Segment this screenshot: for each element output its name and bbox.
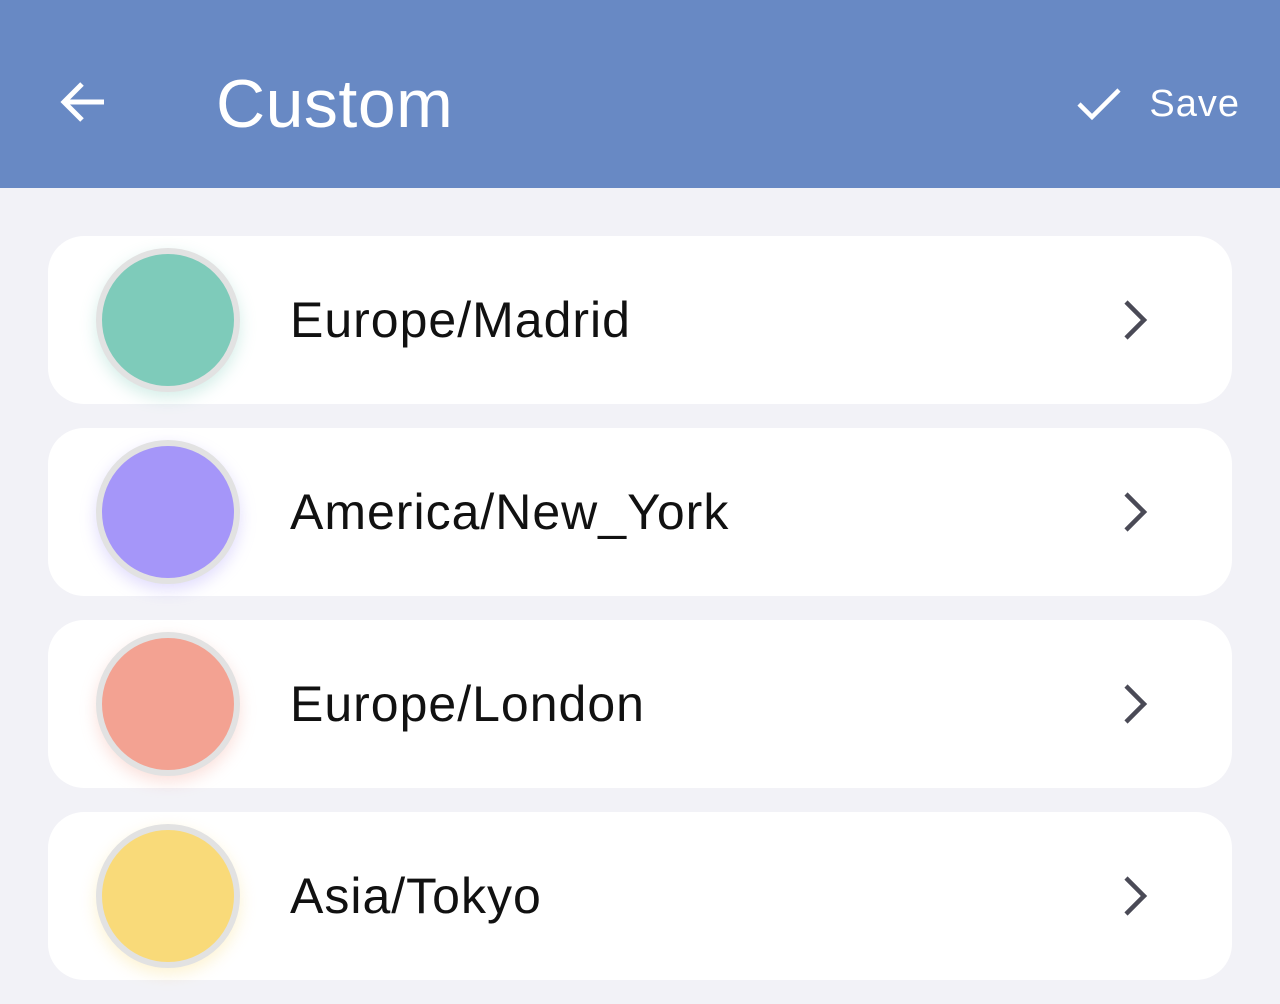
back-button[interactable] <box>44 64 124 144</box>
timezone-name: Europe/Madrid <box>290 292 631 348</box>
check-icon <box>1075 80 1123 128</box>
chevron-right-icon <box>1110 680 1158 728</box>
page-title: Custom <box>216 66 454 142</box>
color-swatch[interactable] <box>96 440 240 584</box>
color-swatch[interactable] <box>96 632 240 776</box>
save-label: Save <box>1149 82 1240 125</box>
app-bar: Custom Save <box>0 0 1280 188</box>
timezone-item-asia-tokyo[interactable]: Asia/Tokyo <box>48 812 1232 980</box>
timezone-list: Europe/Madrid America/New_York Europe/Lo… <box>48 236 1232 1004</box>
timezone-name: Asia/Tokyo <box>290 868 542 924</box>
timezone-item-europe-madrid[interactable]: Europe/Madrid <box>48 236 1232 404</box>
timezone-item-europe-london[interactable]: Europe/London <box>48 620 1232 788</box>
chevron-right-icon <box>1110 872 1158 920</box>
chevron-right-icon <box>1110 296 1158 344</box>
timezone-name: America/New_York <box>290 484 730 540</box>
save-button[interactable]: Save <box>1075 64 1240 144</box>
color-swatch[interactable] <box>96 824 240 968</box>
timezone-name: Europe/London <box>290 676 645 732</box>
chevron-right-icon <box>1110 488 1158 536</box>
color-swatch[interactable] <box>96 248 240 392</box>
arrow-left-icon <box>56 74 112 135</box>
timezone-item-america-new-york[interactable]: America/New_York <box>48 428 1232 596</box>
